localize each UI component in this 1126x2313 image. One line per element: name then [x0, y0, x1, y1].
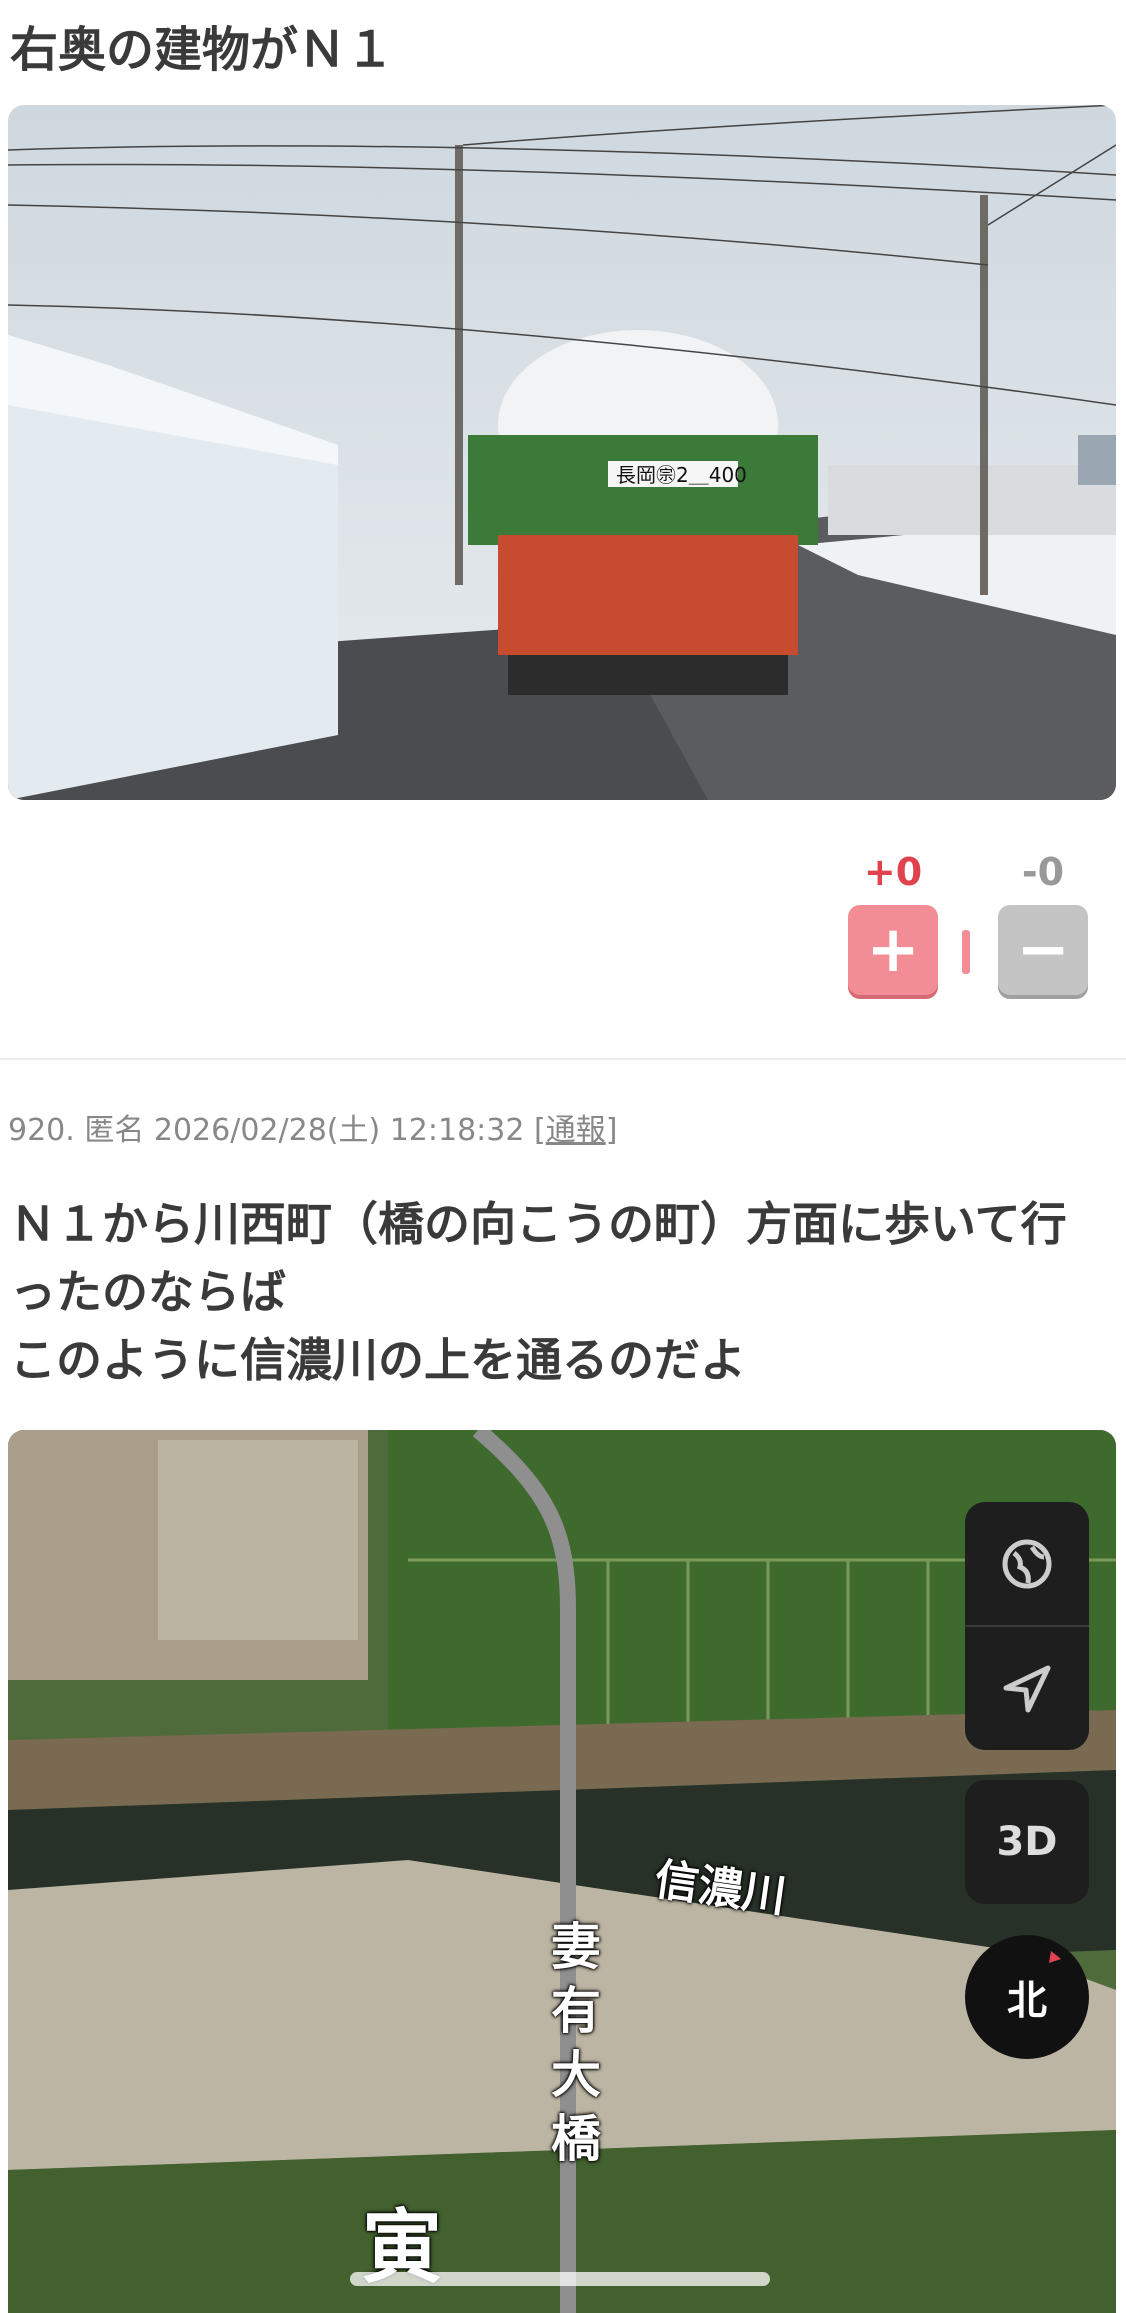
plate-text: 長岡㊪2＿400	[616, 463, 747, 487]
bridge-label: 妻有大橋	[551, 1918, 601, 2168]
snow-truck-photo[interactable]: 長岡㊪2＿400	[8, 105, 1116, 800]
post-meta: 920. 匿名 2026/02/28(土) 12:18:32 [通報]	[8, 1105, 617, 1149]
photo-illustration: 長岡㊪2＿400	[8, 105, 1116, 800]
plus-vote-button[interactable]: +	[848, 905, 938, 995]
report-link[interactable]: 通報	[546, 1113, 606, 1148]
plus-vote-count: +0	[863, 850, 923, 894]
post-meta-suffix: ]	[605, 1113, 618, 1148]
post-title: 右奥の建物がＮ１	[10, 22, 395, 78]
minus-vote-count: -0	[1021, 850, 1065, 894]
vote-ratio-bar	[962, 930, 970, 974]
globe-button[interactable]	[965, 1502, 1089, 1625]
3d-label: 3D	[996, 1819, 1058, 1865]
map-controls	[965, 1502, 1089, 1750]
globe-icon	[1002, 1539, 1052, 1588]
locate-button[interactable]	[965, 1627, 1089, 1750]
compass-button[interactable]: 北	[965, 1935, 1089, 2059]
minus-icon: −	[1016, 913, 1070, 987]
post-divider	[0, 1058, 1126, 1060]
post-meta-text: 920. 匿名 2026/02/28(土) 12:18:32 [	[8, 1113, 546, 1148]
satellite-map[interactable]	[8, 1430, 1116, 2313]
location-arrow-icon	[1003, 1665, 1051, 1712]
post-body-line: このように信濃川の上を通るのだよ	[10, 1333, 746, 1387]
3d-button[interactable]: 3D	[965, 1780, 1089, 1904]
post-body: Ｎ１から川西町（橋の向こうの町）方面に歩いて行 ったのならば このように信濃川の…	[10, 1190, 1116, 1394]
map-illustration	[8, 1430, 1116, 2313]
post-body-line: Ｎ１から川西町（橋の向こうの町）方面に歩いて行	[10, 1197, 1067, 1251]
post-body-line: ったのならば	[10, 1265, 286, 1319]
home-indicator[interactable]	[350, 2272, 770, 2286]
minus-vote-button[interactable]: −	[998, 905, 1088, 995]
compass-needle-icon	[1049, 1951, 1061, 1963]
plus-icon: +	[866, 913, 920, 987]
